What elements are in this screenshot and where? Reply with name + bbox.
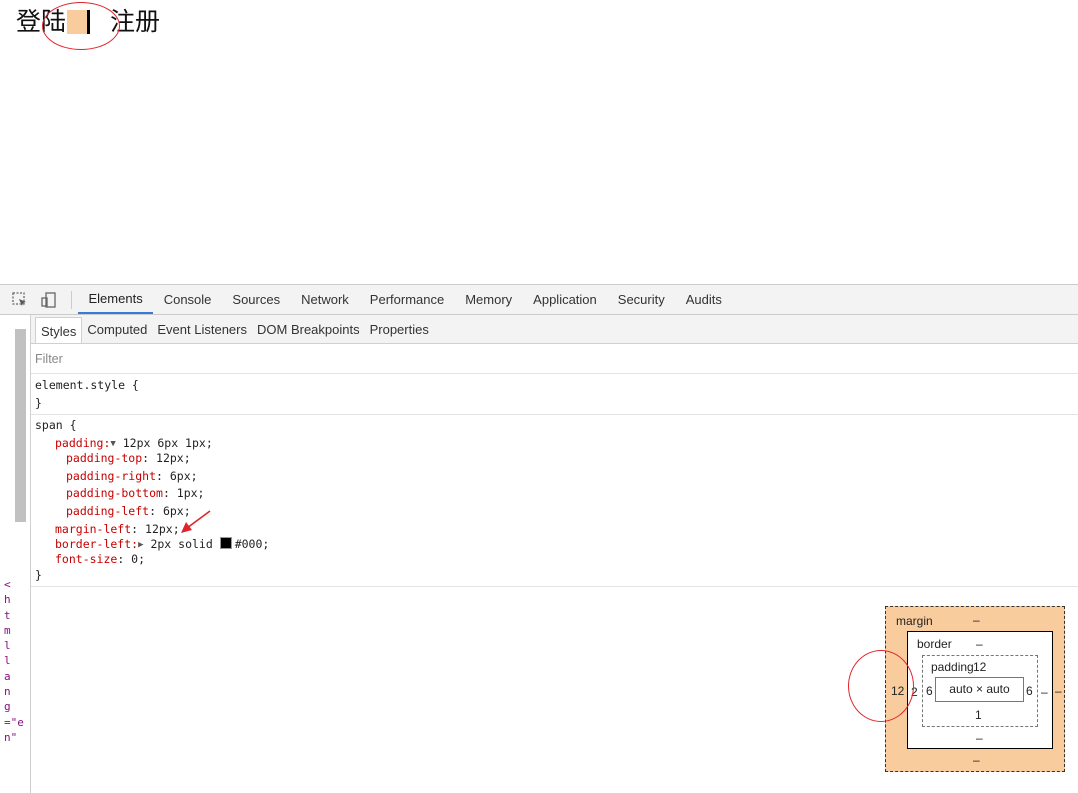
scrollbar-thumb[interactable] bbox=[15, 329, 26, 522]
prop-padding-left-name: padding-left bbox=[66, 504, 150, 518]
color-swatch-icon[interactable] bbox=[219, 537, 232, 549]
element-style-selector[interactable]: element.style { bbox=[35, 378, 139, 392]
box-model-margin-top[interactable]: – bbox=[973, 613, 980, 627]
box-model-margin-bottom[interactable]: – bbox=[973, 753, 980, 767]
prop-padding-right-name: padding-right bbox=[66, 469, 157, 483]
prop-padding-bottom-name: padding-bottom bbox=[66, 486, 163, 500]
expand-triangle-icon[interactable]: ▶ bbox=[138, 538, 143, 552]
page-preview: 登陆 注册 bbox=[0, 0, 1078, 284]
prop-margin-left-value: : 12px; bbox=[131, 522, 180, 536]
rule-close: } bbox=[35, 568, 42, 582]
tab-console[interactable]: Console bbox=[153, 285, 222, 314]
prop-border-left-name: border-left: bbox=[55, 537, 139, 551]
separator-border bbox=[87, 10, 91, 34]
inspect-element-icon[interactable] bbox=[11, 291, 29, 309]
box-model-padding-top[interactable]: 12 bbox=[973, 660, 986, 674]
devtools-tabs: Elements Console Sources Network Perform… bbox=[78, 285, 732, 314]
prop-font-size[interactable]: font-size: 0; bbox=[55, 552, 145, 566]
prop-padding-left[interactable]: padding-left: 6px; bbox=[66, 504, 191, 518]
prop-margin-left[interactable]: margin-left: 12px; bbox=[55, 522, 180, 536]
subtab-event-listeners[interactable]: Event Listeners bbox=[152, 315, 252, 343]
box-model-border-bottom[interactable]: – bbox=[976, 731, 983, 745]
annotation-arrow-icon bbox=[181, 510, 211, 533]
prop-padding-right-value: : 6px; bbox=[156, 469, 198, 483]
prop-border-left-value: 2px solid bbox=[150, 537, 220, 551]
subtab-properties[interactable]: Properties bbox=[365, 315, 434, 343]
prop-padding-top[interactable]: padding-top: 12px; bbox=[66, 451, 191, 465]
separator-span bbox=[67, 10, 91, 34]
tab-memory[interactable]: Memory bbox=[455, 285, 523, 314]
box-model-margin-label: margin bbox=[896, 614, 933, 628]
box-model-border[interactable]: border – 2 – – padding 12 6 6 1 auto × a… bbox=[907, 631, 1053, 749]
subtab-styles[interactable]: Styles bbox=[35, 317, 83, 343]
nav-bar: 登陆 注册 bbox=[16, 4, 160, 40]
rule-selector[interactable]: span { bbox=[35, 418, 77, 432]
collapse-triangle-icon[interactable]: ▼ bbox=[110, 437, 115, 451]
styles-bottom-divider bbox=[31, 586, 1078, 587]
tab-network[interactable]: Network bbox=[291, 285, 360, 314]
prop-padding-name: padding: bbox=[55, 436, 111, 450]
styles-subtabs: Styles Computed Event Listeners DOM Brea… bbox=[31, 315, 1078, 344]
dom-tree-snippet[interactable]: <html lang="en" bbox=[4, 577, 24, 745]
box-model-margin[interactable]: margin – 12 – – border – 2 – – padding 1… bbox=[885, 606, 1065, 772]
rule-divider bbox=[31, 414, 1078, 415]
box-model-padding-left[interactable]: 6 bbox=[926, 684, 933, 698]
prop-padding-bottom[interactable]: padding-bottom: 1px; bbox=[66, 486, 204, 500]
prop-padding-right[interactable]: padding-right: 6px; bbox=[66, 469, 198, 483]
filter-input[interactable]: Filter bbox=[35, 352, 63, 366]
prop-padding[interactable]: padding:▼ 12px 6px 1px; bbox=[55, 436, 213, 451]
tab-sources[interactable]: Sources bbox=[222, 285, 291, 314]
device-toolbar-icon[interactable] bbox=[40, 291, 58, 309]
devtools-toolbar: Elements Console Sources Network Perform… bbox=[0, 285, 1078, 315]
box-model-border-label: border bbox=[917, 637, 952, 651]
box-model-border-left[interactable]: 2 bbox=[911, 685, 918, 699]
prop-padding-bottom-value: : 1px; bbox=[162, 486, 205, 500]
subtab-dom-breakpoints[interactable]: DOM Breakpoints bbox=[252, 315, 365, 343]
login-link[interactable]: 登陆 bbox=[16, 4, 66, 40]
prop-padding-value: 12px 6px 1px; bbox=[122, 436, 213, 450]
prop-font-size-value: : 0; bbox=[117, 552, 146, 566]
prop-margin-left-name: margin-left bbox=[55, 522, 132, 536]
prop-padding-top-value: : 12px; bbox=[142, 451, 191, 465]
dom-tree-pane: <html lang="en" bbox=[0, 315, 31, 793]
toolbar-divider bbox=[71, 291, 72, 309]
register-link[interactable]: 注册 bbox=[110, 4, 160, 40]
filter-divider bbox=[31, 373, 1078, 374]
tab-application[interactable]: Application bbox=[523, 285, 608, 314]
box-model-padding-label: padding bbox=[931, 660, 974, 674]
box-model-margin-left[interactable]: 12 bbox=[891, 684, 904, 698]
box-model-content[interactable]: auto × auto bbox=[935, 677, 1024, 702]
tab-audits[interactable]: Audits bbox=[675, 285, 732, 314]
box-model-padding-bottom[interactable]: 1 bbox=[975, 708, 982, 722]
box-model-padding[interactable]: padding 12 6 6 1 auto × auto bbox=[922, 655, 1038, 727]
separator-padding-highlight bbox=[67, 10, 88, 34]
prop-border-left[interactable]: border-left:▶ 2px solid #000; bbox=[55, 537, 269, 552]
tab-security[interactable]: Security bbox=[607, 285, 675, 314]
prop-font-size-name: font-size bbox=[55, 552, 118, 566]
box-model-border-right[interactable]: – bbox=[1041, 685, 1048, 699]
box-model-border-top[interactable]: – bbox=[976, 637, 983, 651]
prop-border-left-color: #000; bbox=[234, 537, 270, 551]
element-style-close: } bbox=[35, 396, 42, 410]
box-model-padding-right[interactable]: 6 bbox=[1026, 684, 1033, 698]
prop-padding-top-name: padding-top bbox=[66, 451, 143, 465]
box-model-margin-right[interactable]: – bbox=[1055, 684, 1062, 698]
tab-elements[interactable]: Elements bbox=[78, 285, 154, 314]
subtab-computed[interactable]: Computed bbox=[82, 315, 152, 343]
tab-performance[interactable]: Performance bbox=[359, 285, 454, 314]
